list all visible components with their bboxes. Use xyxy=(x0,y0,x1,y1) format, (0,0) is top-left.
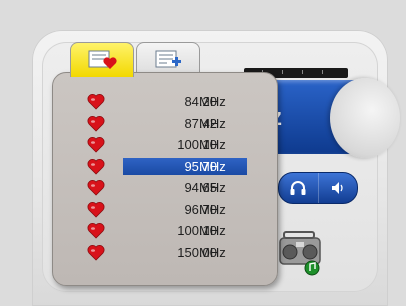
tab-favorites[interactable] xyxy=(70,42,134,77)
heart-icon xyxy=(87,180,105,196)
speaker-button[interactable] xyxy=(317,173,358,203)
tuning-knob[interactable] xyxy=(330,78,400,158)
heart-icon xyxy=(87,137,105,153)
favorite-station-item[interactable]: 94.65 MHz xyxy=(53,177,277,199)
favorite-station-item[interactable]: 87.42 MHz xyxy=(53,113,277,135)
favorite-station-item[interactable]: 95.70 MHz xyxy=(53,156,277,178)
heart-icon xyxy=(87,223,105,239)
favorite-list-icon xyxy=(88,50,117,69)
station-unit: MHz xyxy=(199,115,226,131)
heart-icon xyxy=(87,158,105,175)
station-unit: MHz xyxy=(199,223,226,239)
heart-icon xyxy=(87,201,105,218)
heart-icon xyxy=(87,94,105,110)
headphones-button[interactable] xyxy=(279,173,318,203)
station-unit: MHz xyxy=(199,201,226,217)
station-unit: MHz xyxy=(199,137,226,153)
station-unit: MHz xyxy=(199,94,226,110)
favorite-station-item[interactable]: 96.70 MHz xyxy=(53,199,277,221)
station-unit: MHz xyxy=(199,244,226,260)
heart-icon xyxy=(87,244,105,261)
favorite-station-item[interactable]: 100.10 MHz xyxy=(53,134,277,156)
heart-icon xyxy=(87,115,105,132)
favorite-station-item[interactable]: 100.10 MHz xyxy=(53,220,277,242)
speaker-icon xyxy=(331,182,343,194)
boombox-icon xyxy=(279,231,321,276)
headphones-icon xyxy=(290,181,306,195)
favorite-station-item[interactable]: 84.20 MHz xyxy=(53,91,277,113)
station-unit: MHz xyxy=(199,180,226,196)
favorites-list: 84.20 MHz 87.42 MHz 100.10 MHz 95.70 MHz 94.65 MH… xyxy=(53,91,277,263)
audio-button-group xyxy=(278,172,358,204)
station-unit: MHz xyxy=(199,158,226,174)
add-to-list-icon xyxy=(155,50,181,68)
favorites-popup: 84.20 MHz 87.42 MHz 100.10 MHz 95.70 MHz 94.65 MH… xyxy=(52,72,278,286)
favorite-station-item[interactable]: 150.00 MHz xyxy=(53,242,277,264)
